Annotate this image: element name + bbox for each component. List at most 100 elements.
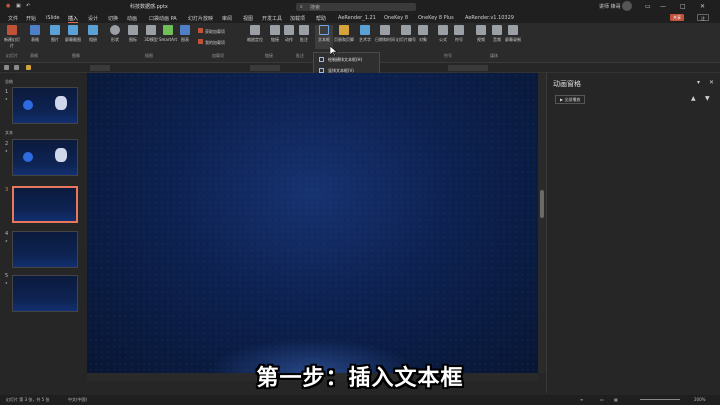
addins-icon <box>198 39 203 44</box>
wordart-button[interactable]: 艺术字 <box>356 25 374 43</box>
tab-view[interactable]: 视图 <box>243 15 253 22</box>
tutorial-caption: 第一步：插入文本框 <box>256 366 464 391</box>
group-symbols: 符号 <box>444 53 452 58</box>
view-sorter-icon[interactable]: ▦ <box>614 397 618 402</box>
comments-button[interactable]: 注 <box>697 14 709 21</box>
tab-help[interactable]: 帮助 <box>316 15 326 22</box>
slide-thumbnail-1[interactable] <box>12 87 78 124</box>
zoom-button[interactable]: 缩放定位 <box>244 25 266 43</box>
minimize-icon[interactable]: — <box>660 3 666 10</box>
user-name[interactable]: 讲师 锋哥 <box>599 3 621 10</box>
slide-background-pattern <box>87 73 538 373</box>
tab-animations[interactable]: 动画 <box>127 15 137 22</box>
chart-button[interactable]: 图表 <box>176 25 194 43</box>
mouse-cursor-icon <box>330 46 337 56</box>
animation-star-icon: ★ <box>5 281 8 285</box>
table-button[interactable]: 表格 <box>26 25 44 43</box>
group-tables: 表格 <box>30 53 38 58</box>
play-all-button[interactable]: ▶ 全部播放 <box>555 95 586 104</box>
ribbon-display-icon[interactable]: ▭ <box>645 3 651 10</box>
zoom-slider[interactable] <box>640 399 680 400</box>
my-addins-button[interactable]: 我的加载项 <box>198 39 225 46</box>
tab-design[interactable]: 设计 <box>88 15 98 22</box>
tab-file[interactable]: 文件 <box>8 15 18 22</box>
tab-review[interactable]: 审阅 <box>222 15 232 22</box>
new-slide-button[interactable]: 新建幻灯片 <box>3 25 21 49</box>
group-media: 媒体 <box>490 53 498 58</box>
redo-icon[interactable] <box>14 65 19 70</box>
group-addins: 加载项 <box>212 53 224 58</box>
tab-slideshow[interactable]: 幻灯片放映 <box>188 15 213 22</box>
icons-button[interactable]: 图标 <box>124 25 142 43</box>
object-button[interactable]: 对象 <box>414 25 432 43</box>
header-footer-icon <box>339 25 349 35</box>
style-select[interactable] <box>448 65 488 71</box>
header-footer-button[interactable]: 页眉和页脚 <box>333 25 355 43</box>
tab-aerender[interactable]: AeRender_1.21 <box>338 15 376 21</box>
view-normal-icon[interactable]: ▭ <box>600 397 604 402</box>
zoom-level[interactable]: 200% <box>694 397 705 402</box>
tab-insert[interactable]: 插入 <box>68 15 79 23</box>
thumb-graphic <box>55 148 67 162</box>
tab-islide[interactable]: iSlide <box>46 15 60 21</box>
section-text[interactable]: 文本 <box>5 130 13 136</box>
date-time-button[interactable]: 日期和时间 <box>374 25 396 43</box>
slide-number: 3 <box>5 187 9 193</box>
shapes-button[interactable]: 形状 <box>106 25 124 43</box>
close-icon[interactable]: ✕ <box>700 3 705 10</box>
vertical-scrollbar[interactable] <box>538 73 546 373</box>
title-bar: ● ▣ ↶ 科技数据感.pptx ⌕ 搜索 讲师 锋哥 ▭ — □ ✕ <box>0 0 720 13</box>
zoom-icon <box>250 25 260 35</box>
tab-pocket-animation[interactable]: 口袋动画 PA <box>149 15 177 22</box>
autosave-icon[interactable]: ● <box>6 3 10 9</box>
font-select[interactable] <box>90 65 110 71</box>
maximize-icon[interactable]: □ <box>680 3 686 10</box>
language-status[interactable]: 中文(中国) <box>68 397 87 403</box>
slide-thumbnail-2[interactable] <box>12 139 78 176</box>
size-select[interactable] <box>250 65 280 71</box>
close-icon[interactable]: ✕ <box>709 79 714 86</box>
tab-home[interactable]: 开始 <box>26 15 36 22</box>
search-box[interactable]: ⌕ 搜索 <box>296 3 416 11</box>
tab-transitions[interactable]: 切换 <box>108 15 118 22</box>
picture-icon <box>50 25 60 35</box>
action-icon <box>284 25 294 35</box>
undo-icon[interactable]: ↶ <box>26 3 30 9</box>
table-icon <box>30 25 40 35</box>
tab-aerender-v[interactable]: AeRender.v1.10329 <box>465 15 514 21</box>
get-addins-button[interactable]: 获取加载项 <box>198 28 225 35</box>
date-time-icon <box>380 25 390 35</box>
screen-record-button[interactable]: 屏幕录制 <box>504 25 522 43</box>
screenshot-button[interactable]: 屏幕截图 <box>64 25 82 43</box>
share-button[interactable]: 共享 <box>670 14 684 21</box>
notes-icon[interactable]: ≡ <box>580 397 583 402</box>
tab-onekey[interactable]: OneKey 8 <box>384 15 408 21</box>
tab-addins[interactable]: 加载项 <box>290 15 305 22</box>
omega-icon <box>454 25 464 35</box>
slide-number-button[interactable]: 幻灯片编号 <box>396 25 416 43</box>
symbol-button[interactable]: 符号 <box>450 25 468 43</box>
menu-item-horizontal-textbox[interactable]: 绘制横排文本框(H) <box>318 55 378 64</box>
album-button[interactable]: 相册 <box>84 25 102 43</box>
pane-options-icon[interactable]: ▾ <box>697 79 700 86</box>
slide-thumbnail-4[interactable] <box>12 231 78 268</box>
avatar[interactable] <box>622 1 632 11</box>
move-down-icon[interactable]: ▼ <box>705 95 710 102</box>
slide-thumbnail-5[interactable] <box>12 275 78 312</box>
format-painter-icon[interactable] <box>26 65 31 70</box>
move-up-icon[interactable]: ▲ <box>691 95 696 102</box>
section-summary[interactable]: 总结 <box>5 79 13 85</box>
document-title: 科技数据感.pptx <box>130 4 168 10</box>
object-icon <box>418 25 428 35</box>
scrollbar-thumb[interactable] <box>540 190 544 218</box>
tab-developer[interactable]: 开发工具 <box>262 15 282 22</box>
group-comments: 批注 <box>296 53 304 58</box>
tab-onekey-plus[interactable]: OneKey 8 Plus <box>418 15 454 21</box>
comment-button[interactable]: 批注 <box>295 25 313 43</box>
undo-icon[interactable] <box>4 65 9 70</box>
slide-thumbnail-3[interactable] <box>12 186 78 223</box>
save-icon[interactable]: ▣ <box>16 3 21 9</box>
slide-canvas[interactable] <box>87 73 538 373</box>
picture-button[interactable]: 图片 <box>46 25 64 43</box>
group-links: 链接 <box>265 53 273 58</box>
